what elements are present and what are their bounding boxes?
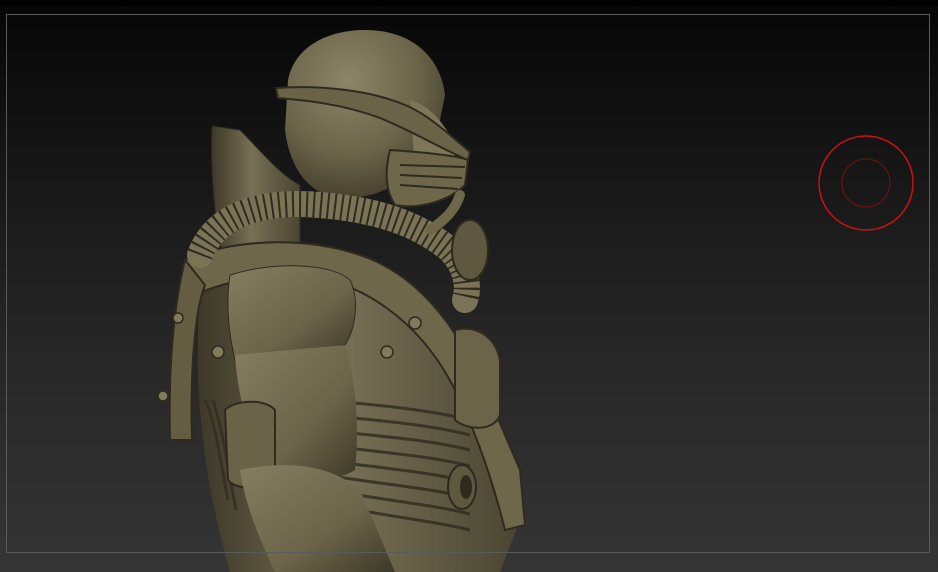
brush-cursor-icon[interactable]: [817, 134, 915, 232]
neck-disc: [451, 219, 489, 281]
chest-canister: [454, 327, 501, 429]
hip-valve-core: [460, 475, 472, 499]
sculpt-viewport[interactable]: [0, 0, 938, 572]
sculpted-figure: [157, 30, 527, 572]
